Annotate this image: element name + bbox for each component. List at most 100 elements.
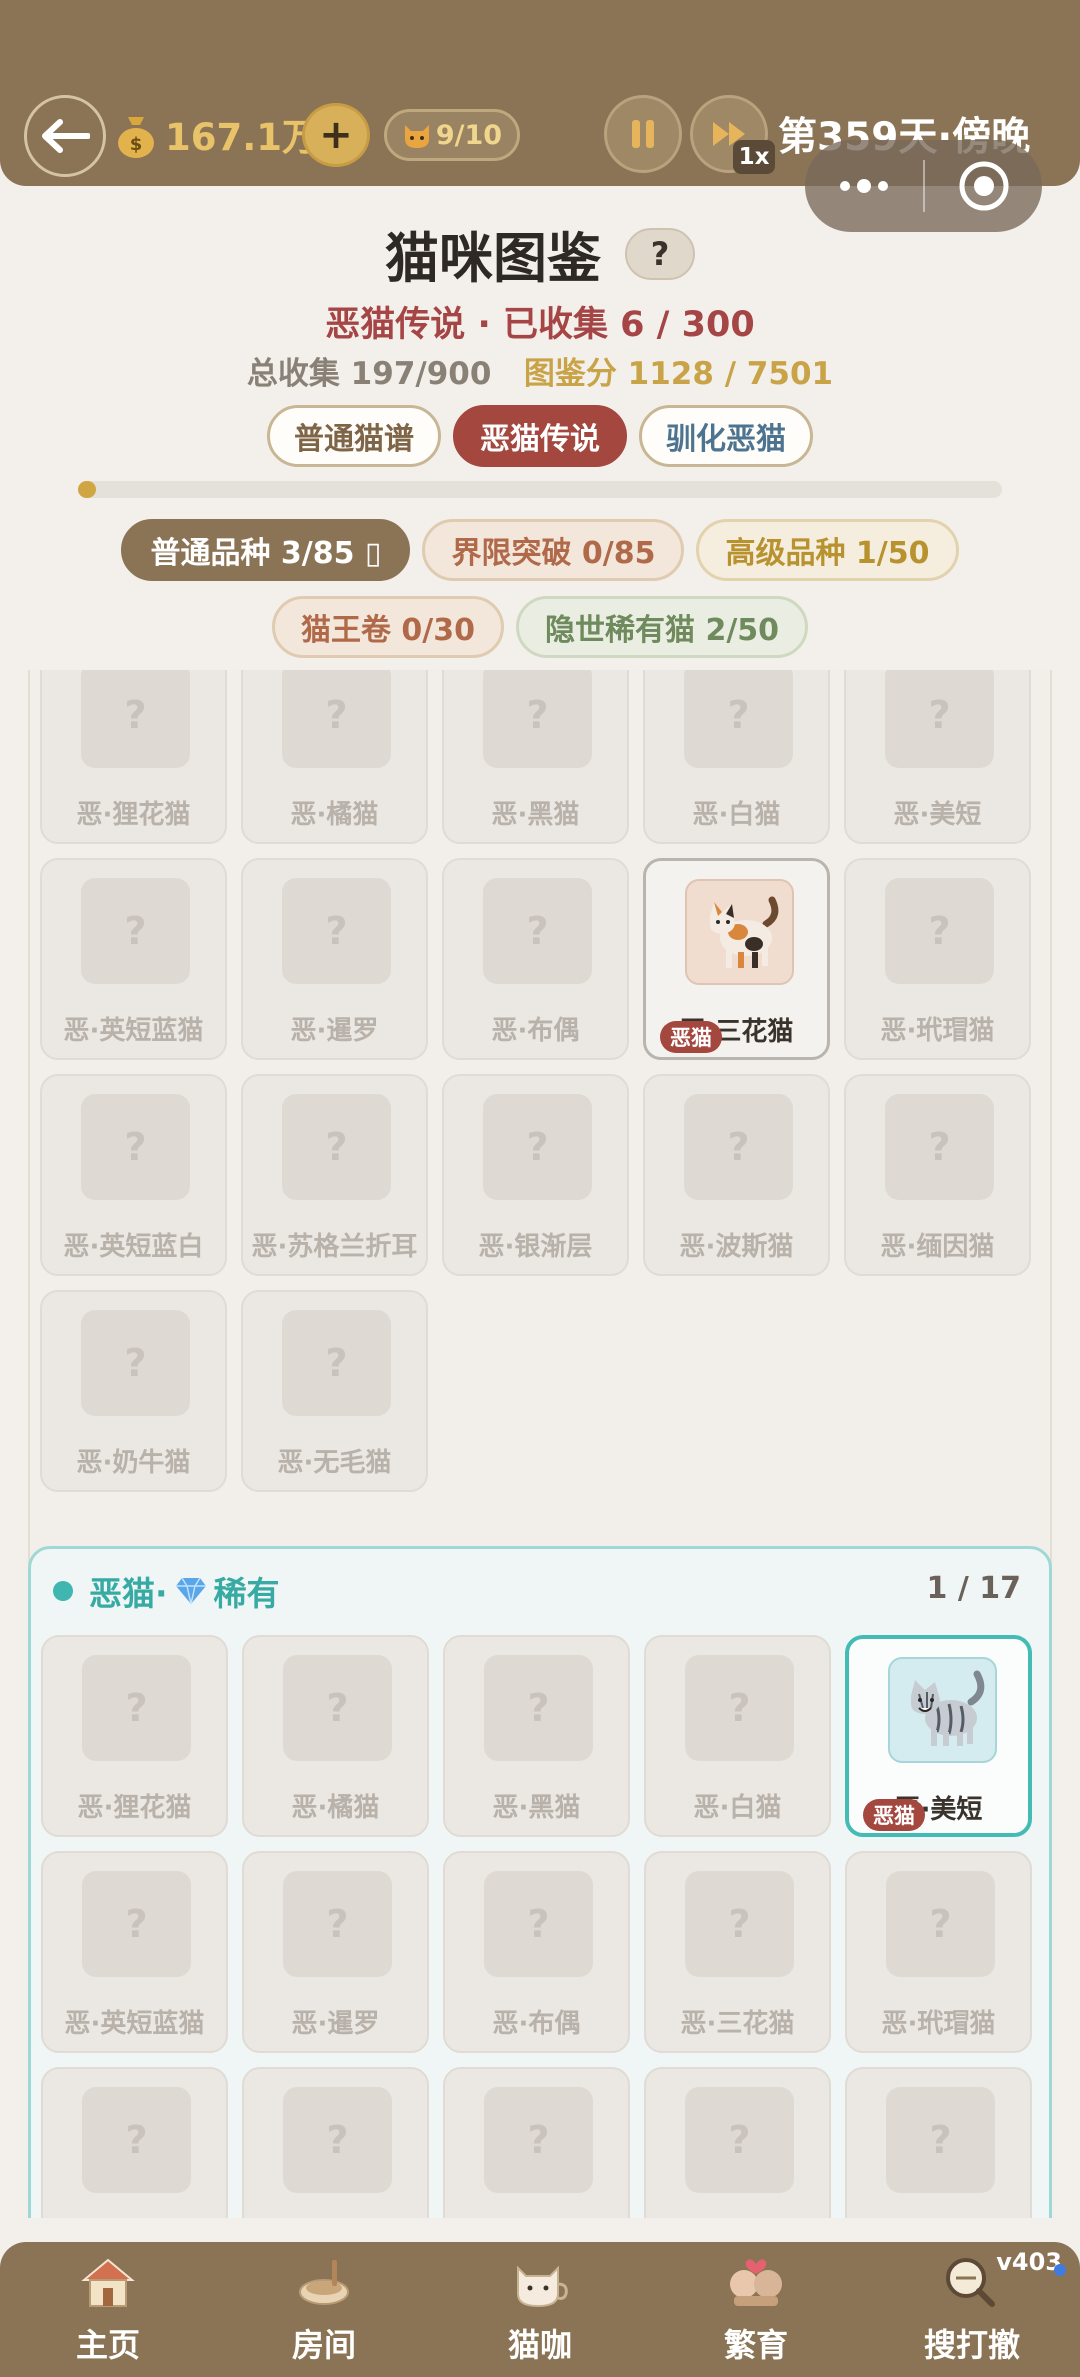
cat-card[interactable]: ? 恶·白猫 bbox=[643, 670, 830, 844]
help-button[interactable]: ? bbox=[625, 227, 695, 280]
house-icon bbox=[81, 2258, 135, 2307]
top-bar: $ 167.1万 + 9/10 1x 第359天·傍晚 bbox=[0, 0, 1080, 232]
locked-question-icon: ? bbox=[283, 1655, 392, 1761]
search-raid-icon bbox=[946, 2258, 995, 2307]
cat-card[interactable]: ? 恶·橘猫 bbox=[241, 670, 428, 844]
cat-card[interactable]: ? 恶·银渐层 bbox=[442, 1074, 629, 1276]
rare-cats-grid: ? 恶·狸花猫 ? 恶·橘猫? 恶·黑猫? 恶·白猫 恶·美短 恶猫 ? 恶·英短蓝猫? 恶·暹罗?… bbox=[41, 1635, 1032, 2218]
nav-room[interactable]: 房间 bbox=[216, 2242, 432, 2377]
cat-card[interactable]: ? 恶·暹罗 bbox=[242, 1851, 429, 2053]
cat-card[interactable]: ? 恶·黑猫 bbox=[443, 1635, 630, 1837]
nav-cat-cafe[interactable]: 猫咖 bbox=[432, 2242, 648, 2377]
add-coins-button[interactable]: + bbox=[302, 103, 370, 167]
more-dot bbox=[857, 179, 871, 193]
update-dot bbox=[1054, 2264, 1066, 2276]
cat-card-name: 恶·玳瑁猫 bbox=[880, 1016, 995, 1046]
nav-home-label: 主页 bbox=[75, 2326, 140, 2364]
back-button[interactable] bbox=[24, 95, 106, 177]
tab-tamed-evil-cats[interactable]: 驯化恶猫 bbox=[639, 405, 813, 467]
cat-card-name: 恶·橘猫 bbox=[290, 800, 379, 830]
locked-question-icon: ? bbox=[484, 2087, 593, 2193]
cat-face-icon bbox=[404, 125, 429, 148]
cat-card[interactable]: ? 恶·三花猫 bbox=[644, 1851, 831, 2053]
cat-card-name: 恶·无毛猫 bbox=[277, 1448, 392, 1478]
nav-home[interactable]: 主页 bbox=[0, 2242, 216, 2377]
cat-capacity-badge[interactable]: 9/10 bbox=[384, 109, 520, 161]
filter-cat-king-scroll[interactable]: 猫王卷 0/30 bbox=[271, 596, 504, 658]
encyclopedia-score: 图鉴分 1128 / 7501 bbox=[523, 356, 834, 392]
filter-advanced-breeds[interactable]: 高级品种 1/50 bbox=[696, 519, 959, 581]
bottom-navigation: 主页 房间 猫咖 繁育 搜打撤 v403 bbox=[0, 2242, 1080, 2377]
cat-card[interactable]: ? 恶·黑猫 bbox=[442, 670, 629, 844]
cat-card[interactable]: ? bbox=[41, 2067, 228, 2218]
encyclopedia-scroll-area[interactable]: ? 恶·狸花猫? 恶·橘猫? 恶·黑猫? 恶·白猫? 恶·美短? 恶·英短蓝猫? 恶·暹罗? 恶… bbox=[0, 670, 1080, 2218]
nav-search-raid[interactable]: 搜打撤 v403 bbox=[864, 2242, 1080, 2377]
cat-card[interactable]: ? 恶·橘猫 bbox=[242, 1635, 429, 1837]
cat-card[interactable]: ? bbox=[845, 2067, 1032, 2218]
filter-limit-break[interactable]: 界限突破 0/85 bbox=[422, 519, 685, 581]
cat-card[interactable]: ? bbox=[242, 2067, 429, 2218]
title-row: 猫咪图鉴 ? bbox=[0, 214, 1080, 293]
arrow-left-icon bbox=[42, 119, 90, 153]
locked-question-icon: ? bbox=[82, 1655, 191, 1761]
locked-question-icon: ? bbox=[484, 1871, 593, 1977]
cat-card[interactable]: ? 恶·美短 bbox=[844, 670, 1031, 844]
cat-card[interactable]: 恶·美短 恶猫 bbox=[845, 1635, 1032, 1837]
evil-cat-tag: 恶猫 bbox=[863, 1799, 925, 1831]
nav-breeding[interactable]: 繁育 bbox=[648, 2242, 864, 2377]
cat-card[interactable]: ? 恶·狸花猫 bbox=[40, 670, 227, 844]
locked-question-icon: ? bbox=[283, 1871, 392, 1977]
locked-question-icon: ? bbox=[684, 1094, 793, 1200]
evil-cat-tag: 恶猫 bbox=[660, 1021, 722, 1053]
rare-title-prefix: 恶猫· bbox=[89, 1574, 168, 1613]
locked-question-icon: ? bbox=[81, 1310, 190, 1416]
cat-encyclopedia-screen: $ 167.1万 + 9/10 1x 第359天·傍晚 猫咪图鉴 ? 恶猫传说 … bbox=[0, 0, 1080, 2377]
cat-card[interactable]: ? 恶·波斯猫 bbox=[643, 1074, 830, 1276]
cat-card[interactable]: ? 恶·狸花猫 bbox=[41, 1635, 228, 1837]
cat-card[interactable]: ? 恶·布偶 bbox=[443, 1851, 630, 2053]
locked-question-icon: ? bbox=[684, 670, 793, 768]
cat-card[interactable]: ? 恶·暹罗 bbox=[241, 858, 428, 1060]
cat-card-name: 恶·黑猫 bbox=[491, 800, 580, 830]
locked-question-icon: ? bbox=[685, 1655, 794, 1761]
cat-card-name: 恶·白猫 bbox=[692, 800, 781, 830]
nav-room-label: 房间 bbox=[291, 2326, 356, 2364]
cat-card-name: 恶·白猫 bbox=[693, 1793, 782, 1823]
rare-section-header: 恶猫· 稀有 1 / 17 bbox=[31, 1549, 1049, 1629]
locked-question-icon: ? bbox=[885, 1094, 994, 1200]
collection-subtitle: 恶猫传说 · 已收集 6 / 300 bbox=[325, 305, 755, 345]
cat-capacity-text: 9/10 bbox=[435, 119, 503, 151]
cat-card[interactable]: ? 恶·苏格兰折耳 bbox=[241, 1074, 428, 1276]
tab-evil-cat-legend[interactable]: 恶猫传说 bbox=[453, 405, 627, 467]
cat-card[interactable]: ? 恶·玳瑁猫 bbox=[844, 858, 1031, 1060]
locked-question-icon: ? bbox=[483, 1094, 592, 1200]
cat-card[interactable]: ? 恶·缅因猫 bbox=[844, 1074, 1031, 1276]
locked-question-icon: ? bbox=[282, 670, 391, 768]
pause-button[interactable] bbox=[604, 95, 682, 173]
cat-card-name: 恶·英短蓝猫 bbox=[63, 1016, 204, 1046]
locked-question-icon: ? bbox=[283, 2087, 392, 2193]
cat-card[interactable]: ? 恶·英短蓝猫 bbox=[41, 1851, 228, 2053]
cat-card-name: 恶·波斯猫 bbox=[679, 1232, 794, 1262]
cat-card[interactable]: ? 恶·白猫 bbox=[644, 1635, 831, 1837]
cat-card-name: 恶·狸花猫 bbox=[77, 1793, 192, 1823]
cat-card[interactable]: ? 恶·英短蓝猫 bbox=[40, 858, 227, 1060]
locked-question-icon: ? bbox=[885, 670, 994, 768]
cat-card[interactable]: ? 恶·奶牛猫 bbox=[40, 1290, 227, 1492]
cat-card[interactable]: ? bbox=[443, 2067, 630, 2218]
cat-portrait bbox=[888, 1657, 997, 1763]
locked-question-icon: ? bbox=[282, 878, 391, 984]
cat-card[interactable]: ? 恶·玳瑁猫 bbox=[845, 1851, 1032, 2053]
cat-card[interactable]: 恶·三花猫 恶猫 bbox=[643, 858, 830, 1060]
american-shorthair-cat-illustration bbox=[910, 1670, 984, 1746]
locked-question-icon: ? bbox=[81, 1094, 190, 1200]
cat-card[interactable]: ? 恶·布偶 bbox=[442, 858, 629, 1060]
tab-normal-cats[interactable]: 普通猫谱 bbox=[267, 405, 441, 467]
cat-card-name: 恶·狸花猫 bbox=[76, 800, 191, 830]
cat-card[interactable]: ? bbox=[644, 2067, 831, 2218]
filter-hidden-rare-cats[interactable]: 隐世稀有猫 2/50 bbox=[516, 596, 809, 658]
cat-card[interactable]: ? 恶·无毛猫 bbox=[241, 1290, 428, 1492]
cat-card-name: 恶·布偶 bbox=[491, 1016, 580, 1046]
filter-normal-breeds[interactable]: 普通品种 3/85 ▯ bbox=[121, 519, 411, 581]
cat-card[interactable]: ? 恶·英短蓝白 bbox=[40, 1074, 227, 1276]
